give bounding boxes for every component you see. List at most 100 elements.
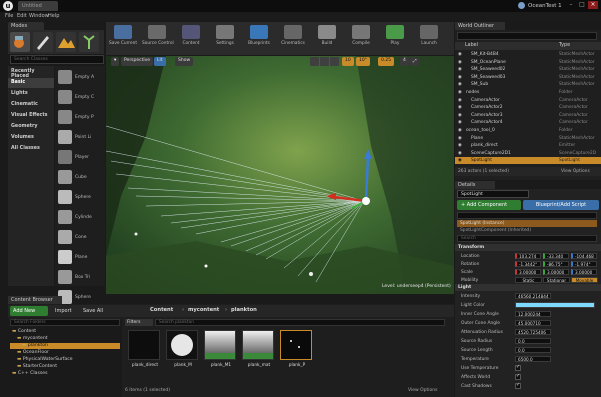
level-viewport[interactable] — [106, 56, 454, 294]
toolbar-button[interactable]: Source Control — [142, 24, 174, 54]
toolbar-button[interactable]: Save Current — [108, 24, 138, 54]
label-column-header[interactable]: Label — [465, 43, 478, 48]
category-item[interactable]: Geometry — [8, 122, 54, 132]
landscape-mode-icon[interactable] — [56, 32, 76, 52]
outliner-row[interactable]: ◉ CameraActor4 CameraActor — [455, 119, 601, 126]
category-item[interactable]: Cinematic — [8, 100, 54, 110]
folder-search-input[interactable]: Search Folders — [10, 319, 120, 326]
prop-value-input[interactable]: 6500.0 — [515, 356, 551, 362]
rotation-z-input[interactable]: -1.974° — [571, 261, 597, 267]
maximize-viewport-icon[interactable]: ⤢ — [410, 57, 419, 66]
scale-z-input[interactable]: 3.00000 — [571, 269, 597, 275]
filters-button[interactable]: Filters — [125, 319, 153, 326]
asset-search-input[interactable]: Search plankton — [155, 319, 445, 326]
visibility-eye-icon[interactable]: ◉ — [458, 60, 462, 65]
transform-section[interactable]: Transform — [455, 244, 601, 251]
checkbox[interactable] — [515, 373, 521, 380]
import-button[interactable]: Import — [52, 306, 75, 316]
asset-tile[interactable]: plank_P — [280, 330, 314, 368]
outliner-row[interactable]: ◉ SM_Seaweed02 StaticMeshActor — [455, 66, 601, 73]
folder-item[interactable]: ▬ StarterContent — [10, 364, 120, 370]
outliner-row[interactable]: ◉ ocean_tool_0 Folder — [455, 127, 601, 134]
visibility-eye-icon[interactable]: ◉ — [458, 128, 462, 133]
placeable-item[interactable]: Cube — [56, 167, 104, 187]
crumb-plankton[interactable]: plankton — [231, 307, 257, 313]
placeable-item[interactable]: Plane — [56, 247, 104, 267]
toolbar-button[interactable]: Compile — [346, 24, 376, 54]
placeable-item[interactable]: Point Li — [56, 127, 104, 147]
document-tab[interactable]: Untitled — [18, 1, 58, 11]
folder-item[interactable]: ▬ plankton — [10, 343, 120, 349]
add-new-button[interactable]: Add New — [10, 306, 48, 316]
rotation-x-input[interactable]: -1.3442° — [515, 261, 541, 267]
folder-item[interactable]: ▬ OceanFloor — [10, 350, 120, 356]
outliner-row[interactable]: ◉ CameraActor2 CameraActor — [455, 104, 601, 111]
visibility-eye-icon[interactable]: ◉ — [458, 120, 462, 125]
category-item[interactable]: Visual Effects — [8, 111, 54, 121]
scale-snap[interactable]: 0.25 — [378, 57, 395, 66]
asset-tile[interactable]: plank_direct — [128, 330, 162, 368]
outliner-view-options[interactable]: View Options — [561, 169, 590, 174]
placeable-item[interactable]: Sphere — [56, 187, 104, 207]
toolbar-button[interactable]: Blueprints — [244, 24, 274, 54]
menu-window[interactable]: Window — [29, 13, 49, 19]
prop-value-input[interactable]: 0.0 — [515, 347, 551, 353]
folder-item[interactable]: ▬ mycontent — [10, 336, 120, 342]
outliner-row[interactable]: ◉ plank_direct Emitter — [455, 142, 601, 149]
class-search-input[interactable]: Search Classes — [10, 55, 104, 64]
visibility-eye-icon[interactable]: ◉ — [458, 151, 462, 156]
light-section[interactable]: Light — [455, 284, 601, 291]
visibility-eye-icon[interactable]: ◉ — [458, 105, 462, 110]
component-row-instance[interactable]: SpotLight (Instance) — [457, 220, 597, 227]
category-item[interactable]: Volumes — [8, 133, 54, 143]
light-color-swatch[interactable] — [515, 302, 595, 308]
details-tab[interactable]: Details — [455, 181, 495, 189]
folder-item[interactable]: ▬ Content — [10, 329, 120, 335]
location-x-input[interactable]: 103.274 — [515, 253, 541, 259]
prop-value-input[interactable]: 0.0 — [515, 338, 551, 344]
scale-icon[interactable] — [330, 57, 339, 66]
placeable-item[interactable]: Cylinde — [56, 207, 104, 227]
cb-view-options[interactable]: View Options — [408, 388, 437, 393]
outliner-row[interactable]: ◉ SM_Sub StaticMeshActor — [455, 81, 601, 88]
placeable-item[interactable]: Cone — [56, 227, 104, 247]
perspective-button[interactable]: Perspective — [121, 57, 154, 66]
menu-file[interactable]: File — [5, 13, 13, 19]
location-z-input[interactable]: -104.468 — [571, 253, 597, 259]
toolbar-button[interactable]: Settings — [210, 24, 240, 54]
checkbox[interactable] — [515, 382, 521, 389]
modes-tab[interactable]: Modes — [8, 22, 44, 30]
category-item[interactable]: Basic — [8, 78, 54, 88]
outliner-row[interactable]: ◉ SceneCapture2D1 SceneCapture2D — [455, 150, 601, 157]
outliner-row[interactable]: ◉ CameraActor CameraActor — [455, 97, 601, 104]
visibility-eye-icon[interactable]: ◉ — [458, 75, 462, 80]
asset-tile[interactable]: plank_M1 — [204, 330, 238, 368]
crumb-content[interactable]: Content — [150, 307, 173, 313]
maximize-icon[interactable]: □ — [577, 1, 587, 9]
location-y-input[interactable]: -33.340 — [543, 253, 569, 259]
placeable-item[interactable]: Box Tri — [56, 267, 104, 287]
grid-snap[interactable]: 10 — [342, 57, 354, 66]
mobility-option[interactable]: Stationar — [543, 277, 570, 283]
outliner-row[interactable]: ◉ SM_Kit-B4B4 StaticMeshActor — [455, 51, 601, 58]
scale-x-input[interactable]: 3.00000 — [515, 269, 541, 275]
details-search-input[interactable]: Search — [457, 235, 597, 242]
save-all-button[interactable]: Save All — [80, 306, 106, 316]
placeable-item[interactable]: Empty A — [56, 67, 104, 87]
toolbar-button[interactable]: Launch — [414, 24, 444, 54]
category-item[interactable]: Recently Placed — [8, 67, 54, 79]
mobility-option[interactable]: Movable — [571, 277, 598, 283]
prop-value-input[interactable]: 46560.214844 — [515, 293, 551, 299]
outliner-row[interactable]: ◉ SM_OceanPlane StaticMeshActor — [455, 59, 601, 66]
rotation-y-input[interactable]: -86.75° — [543, 261, 569, 267]
outliner-row[interactable]: ◉ CameraActor3 CameraActor — [455, 112, 601, 119]
visibility-eye-icon[interactable]: ◉ — [458, 143, 462, 148]
asset-tile[interactable]: plank_mat — [242, 330, 276, 368]
menu-help[interactable]: Help — [48, 13, 59, 19]
visibility-eye-icon[interactable]: ◉ — [458, 136, 462, 141]
toolbar-button[interactable]: Cinematics — [278, 24, 308, 54]
category-item[interactable]: All Classes — [8, 144, 54, 154]
close-icon[interactable]: × — [588, 1, 598, 9]
toolbar-button[interactable]: Play — [380, 24, 410, 54]
visibility-eye-icon[interactable]: ◉ — [458, 67, 462, 72]
